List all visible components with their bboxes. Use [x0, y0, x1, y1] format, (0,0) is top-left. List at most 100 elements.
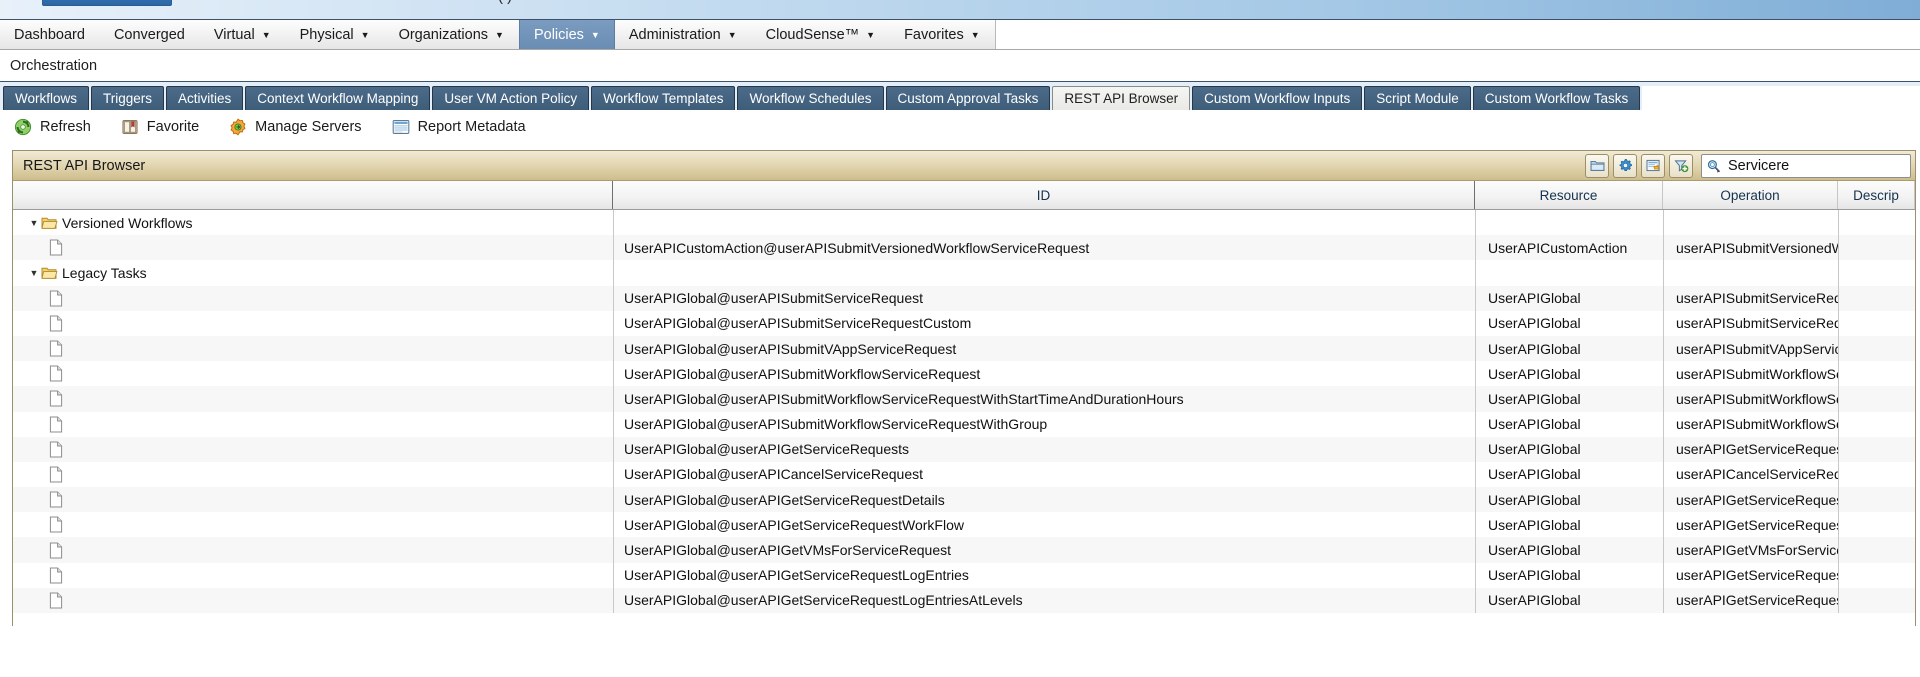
tree-cell[interactable] [13, 361, 613, 386]
tree-cell[interactable] [13, 336, 613, 361]
nav-item-label: Policies [533, 26, 584, 43]
tab-rest-api-browser[interactable]: REST API Browser [1052, 86, 1191, 110]
resource-cell-text: UserAPIGlobal [1488, 466, 1581, 483]
id-cell: UserAPIGlobal@userAPIGetServiceRequestLo… [613, 562, 1475, 588]
nav-item-favorites[interactable]: Favorites ▼ [890, 20, 995, 49]
table-row[interactable]: UserAPIGlobal@userAPISubmitWorkflowServi… [13, 411, 1915, 437]
tree-cell[interactable] [13, 286, 613, 311]
tree-cell[interactable] [13, 412, 613, 437]
settings-button[interactable] [1613, 153, 1637, 178]
resource-cell: UserAPIGlobal [1475, 512, 1663, 538]
tab-workflow-templates[interactable]: Workflow Templates [591, 86, 736, 110]
operation-cell: userAPIGetVMsForServiceI [1663, 537, 1838, 563]
tree-cell[interactable] [13, 588, 613, 613]
id-cell-text: UserAPIGlobal@userAPIGetServiceRequestWo… [624, 516, 964, 533]
nav-item-administration[interactable]: Administration ▼ [615, 20, 752, 49]
toolbar-report-metadata-button[interactable]: Report Metadata [392, 119, 526, 135]
tree-cell[interactable]: ▼ Versioned Workflows [13, 210, 613, 235]
resource-cell-text: UserAPIGlobal [1488, 315, 1581, 332]
operation-cell: userAPISubmitWorkflowSe [1663, 386, 1838, 412]
tree-cell[interactable] [13, 487, 613, 512]
tree-cell[interactable] [13, 311, 613, 336]
resource-cell-text: UserAPIGlobal [1488, 365, 1581, 382]
table-row[interactable]: UserAPIGlobal@userAPIGetServiceRequests U… [13, 436, 1915, 462]
tab-custom-approval-tasks[interactable]: Custom Approval Tasks [885, 86, 1051, 110]
table-row[interactable]: UserAPIGlobal@userAPISubmitServiceReques… [13, 285, 1915, 311]
table-row[interactable]: UserAPIGlobal@userAPISubmitWorkflowServi… [13, 361, 1915, 387]
top-blue-button[interactable] [42, 0, 172, 6]
add-filter-button[interactable] [1669, 153, 1693, 178]
tree-cell[interactable] [13, 235, 613, 260]
table-row[interactable]: UserAPIGlobal@userAPIGetServiceRequestDe… [13, 487, 1915, 513]
tree-cell[interactable] [13, 537, 613, 562]
id-cell-text: UserAPIGlobal@userAPISubmitServiceReques… [624, 290, 924, 307]
tab-activities[interactable]: Activities [166, 86, 244, 110]
table-row[interactable]: ▼ Versioned Workflows [13, 210, 1915, 236]
table-row[interactable]: UserAPIGlobal@userAPISubmitWorkflowServi… [13, 386, 1915, 412]
tab-custom-workflow-tasks[interactable]: Custom Workflow Tasks [1472, 86, 1641, 110]
nav-item-virtual[interactable]: Virtual ▼ [200, 20, 286, 49]
tree-cell[interactable] [13, 386, 613, 411]
tree-expand-toggle-icon[interactable]: ▼ [27, 268, 41, 278]
table-row[interactable]: UserAPIGlobal@userAPIGetServiceRequestLo… [13, 562, 1915, 588]
tab-label: Workflows [15, 91, 78, 106]
id-cell: UserAPICustomAction@userAPISubmitVersion… [613, 235, 1475, 261]
tree-cell[interactable] [13, 563, 613, 588]
folder-button[interactable] [1585, 153, 1609, 178]
rest-api-browser-panel: REST API Browser Servicere ID Resource O… [12, 150, 1917, 626]
toolbar-manage-servers-button[interactable]: Manage Servers [229, 117, 362, 136]
tab-label: Workflow Schedules [749, 91, 872, 106]
refresh-icon [14, 118, 32, 136]
grid-header-row: ID Resource Operation Descrip [13, 181, 1915, 210]
tree-cell[interactable] [13, 512, 613, 537]
nav-item-organizations[interactable]: Organizations ▼ [385, 20, 519, 49]
column-header-tree[interactable] [13, 181, 613, 209]
document-icon [49, 390, 63, 407]
toolbar-refresh-button[interactable]: Refresh [14, 118, 91, 136]
table-row[interactable]: UserAPIGlobal@userAPISubmitVAppServiceRe… [13, 335, 1915, 362]
nav-item-physical[interactable]: Physical ▼ [286, 20, 385, 49]
tab-label: Workflow Templates [603, 91, 724, 106]
table-row[interactable]: UserAPIGlobal@userAPISubmitServiceReques… [13, 310, 1915, 336]
top-gradient-strip: ( ) [0, 0, 1920, 20]
nav-item-converged[interactable]: Converged [100, 20, 200, 49]
resource-cell: UserAPIGlobal [1475, 487, 1663, 513]
description-cell [1838, 411, 1915, 437]
tab-custom-workflow-inputs[interactable]: Custom Workflow Inputs [1192, 86, 1363, 110]
tab-triggers[interactable]: Triggers [91, 86, 165, 110]
rest-api-grid: ID Resource Operation Descrip ▼ Versioned W… [13, 181, 1915, 613]
toolbar-favorite-button[interactable]: Favorite [121, 118, 199, 136]
nav-item-dashboard[interactable]: Dashboard [0, 20, 100, 49]
chevron-down-icon: ▼ [360, 30, 370, 40]
table-row[interactable]: UserAPIGlobal@userAPIGetVMsForServiceReq… [13, 537, 1915, 563]
tree-cell[interactable] [13, 437, 613, 462]
column-header-resource[interactable]: Resource [1475, 181, 1663, 209]
search-box[interactable] [1701, 153, 1917, 178]
tab-script-module[interactable]: Script Module [1364, 86, 1471, 110]
search-input[interactable] [1722, 156, 1917, 175]
table-row[interactable]: UserAPIGlobal@userAPIGetServiceRequestWo… [13, 512, 1915, 538]
description-cell [1838, 260, 1915, 286]
tree-cell[interactable]: ▼ Legacy Tasks [13, 260, 613, 285]
tab-workflows[interactable]: Workflows [3, 86, 90, 110]
operation-cell-text: userAPISubmitServiceReq [1676, 290, 1838, 307]
column-header-operation[interactable]: Operation [1663, 181, 1838, 209]
column-header-description[interactable]: Descrip [1838, 181, 1915, 209]
column-header-label: ID [1036, 187, 1051, 203]
table-row[interactable]: UserAPIGlobal@userAPICancelServiceReques… [13, 461, 1915, 488]
resource-cell [1475, 260, 1663, 286]
nav-item-cloudsense[interactable]: CloudSense™ ▼ [752, 20, 890, 49]
tab-context-workflow-mapping[interactable]: Context Workflow Mapping [245, 86, 431, 110]
export-report-button[interactable] [1641, 153, 1665, 178]
tab-workflow-schedules[interactable]: Workflow Schedules [737, 86, 884, 110]
table-row[interactable]: ▼ Legacy Tasks [13, 260, 1915, 286]
tab-user-vm-action-policy[interactable]: User VM Action Policy [432, 86, 590, 110]
column-header-label: Resource [1539, 187, 1598, 203]
table-row[interactable]: UserAPICustomAction@userAPISubmitVersion… [13, 235, 1915, 261]
main-navbar: Dashboard Converged Virtual ▼ Physical ▼ Organ… [0, 20, 1920, 50]
column-header-id[interactable]: ID [613, 181, 1475, 209]
nav-item-policies[interactable]: Policies ▼ [518, 20, 615, 49]
tree-expand-toggle-icon[interactable]: ▼ [27, 218, 41, 228]
table-row[interactable]: UserAPIGlobal@userAPIGetServiceRequestLo… [13, 587, 1915, 613]
tree-cell[interactable] [13, 462, 613, 487]
